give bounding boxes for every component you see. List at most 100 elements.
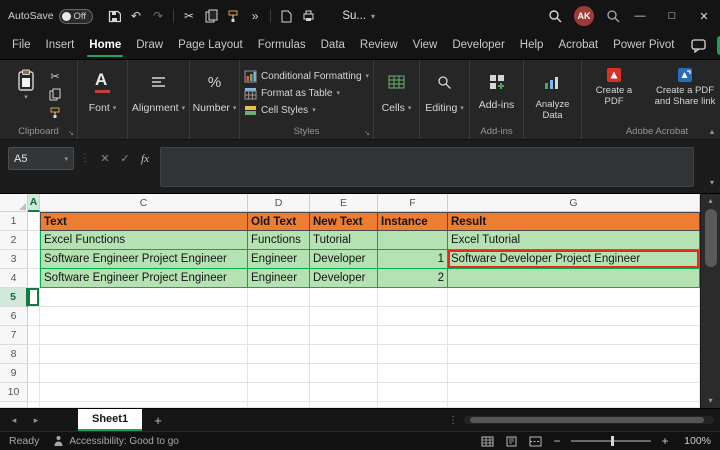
view-page-break-button[interactable] xyxy=(527,434,543,448)
cells-group[interactable]: Cells▾ xyxy=(374,60,420,139)
scrollbar-thumb[interactable] xyxy=(705,209,717,267)
cell[interactable] xyxy=(378,383,448,402)
cell[interactable] xyxy=(40,326,248,345)
row-header-7[interactable]: 7 xyxy=(0,326,28,345)
cell[interactable] xyxy=(28,307,40,326)
horizontal-scrollbar[interactable] xyxy=(464,416,714,424)
cell[interactable] xyxy=(310,345,378,364)
font-group[interactable]: A Font▾ xyxy=(78,60,128,139)
view-page-layout-button[interactable] xyxy=(503,434,519,448)
cell-f4[interactable]: 2 xyxy=(378,269,448,288)
tab-help[interactable]: Help xyxy=(518,33,546,58)
enter-button[interactable]: ✓ xyxy=(116,149,134,169)
cell[interactable] xyxy=(310,402,378,408)
column-header-g[interactable]: G xyxy=(448,194,700,212)
cell-d1[interactable]: Old Text xyxy=(248,212,310,231)
zoom-in-button[interactable]: + xyxy=(659,434,671,448)
sheet-nav-right-icon[interactable]: ▸ xyxy=(28,415,44,426)
tab-acrobat[interactable]: Acrobat xyxy=(556,33,600,58)
cell[interactable] xyxy=(378,307,448,326)
cell-e3[interactable]: Developer xyxy=(310,250,378,269)
cell[interactable] xyxy=(40,364,248,383)
cell-e2[interactable]: Tutorial xyxy=(310,231,378,250)
avatar[interactable]: AK xyxy=(574,6,594,26)
row-header-11[interactable] xyxy=(0,402,28,408)
cell-g5[interactable] xyxy=(448,288,700,307)
scroll-up-icon[interactable]: ▴ xyxy=(708,196,712,206)
maximize-button[interactable]: □ xyxy=(656,0,688,32)
cell-c5[interactable] xyxy=(40,288,248,307)
cell[interactable] xyxy=(248,345,310,364)
row-header-5[interactable]: 5 xyxy=(0,288,28,307)
alignment-group[interactable]: Alignment▾ xyxy=(128,60,190,139)
tab-formulas[interactable]: Formulas xyxy=(256,33,308,58)
column-header-d[interactable]: D xyxy=(248,194,310,212)
addins-button[interactable] xyxy=(489,67,505,97)
tab-power-pivot[interactable]: Power Pivot xyxy=(611,33,676,58)
cell[interactable] xyxy=(28,402,40,408)
document-button[interactable] xyxy=(275,4,297,28)
cell-f3[interactable]: 1 xyxy=(378,250,448,269)
analyze-data-group[interactable]: Analyze Data xyxy=(524,60,582,139)
cell-styles-button[interactable]: Cell Styles ▾ xyxy=(244,102,369,118)
cell[interactable] xyxy=(40,383,248,402)
tab-review[interactable]: Review xyxy=(358,33,400,58)
cell[interactable] xyxy=(310,364,378,383)
redo-button[interactable]: ↷ xyxy=(147,4,169,28)
print-button[interactable] xyxy=(297,4,319,28)
search-button[interactable] xyxy=(544,4,566,28)
cell-e4[interactable]: Developer xyxy=(310,269,378,288)
cell[interactable] xyxy=(448,345,700,364)
dialog-launcher-icon[interactable]: ↘ xyxy=(68,129,74,137)
cell[interactable] xyxy=(28,364,40,383)
add-sheet-button[interactable]: + xyxy=(148,413,168,428)
cell-d5[interactable] xyxy=(248,288,310,307)
column-header-f[interactable]: F xyxy=(378,194,448,212)
formula-input[interactable] xyxy=(160,147,694,187)
cell[interactable] xyxy=(448,326,700,345)
cell-f5[interactable] xyxy=(378,288,448,307)
cell[interactable] xyxy=(40,307,248,326)
editing-group[interactable]: Editing▾ xyxy=(420,60,470,139)
create-pdf-button[interactable]: Create a PDF xyxy=(589,67,639,108)
close-button[interactable]: ✕ xyxy=(688,0,720,32)
view-normal-button[interactable] xyxy=(479,434,495,448)
cell-c3[interactable]: Software Engineer Project Engineer xyxy=(40,250,248,269)
cell[interactable] xyxy=(248,326,310,345)
scrollbar-thumb[interactable] xyxy=(470,417,704,423)
cell[interactable] xyxy=(448,307,700,326)
cell[interactable] xyxy=(248,307,310,326)
tab-insert[interactable]: Insert xyxy=(44,33,77,58)
cell[interactable] xyxy=(378,402,448,408)
row-header-8[interactable]: 8 xyxy=(0,345,28,364)
zoom-slider-thumb[interactable] xyxy=(611,436,614,446)
undo-button[interactable]: ↶ xyxy=(125,4,147,28)
tab-developer[interactable]: Developer xyxy=(450,33,506,58)
zoom-slider[interactable] xyxy=(571,440,651,442)
cell[interactable] xyxy=(28,383,40,402)
tab-data[interactable]: Data xyxy=(319,33,347,58)
cell[interactable] xyxy=(248,364,310,383)
insert-function-button[interactable]: fx xyxy=(136,149,154,169)
cell-d4[interactable]: Engineer xyxy=(248,269,310,288)
column-header-a[interactable]: A xyxy=(28,194,40,212)
cell-d2[interactable]: Functions xyxy=(248,231,310,250)
tab-page-layout[interactable]: Page Layout xyxy=(176,33,245,58)
zoom-out-button[interactable]: − xyxy=(551,434,563,448)
vertical-scrollbar[interactable]: ▴ ▾ xyxy=(700,194,720,408)
cut-button[interactable]: ✂ xyxy=(178,4,200,28)
cell[interactable] xyxy=(448,383,700,402)
copy-icon[interactable] xyxy=(46,87,64,102)
cell[interactable] xyxy=(378,326,448,345)
format-as-table-button[interactable]: Format as Table ▾ xyxy=(244,85,369,101)
cell[interactable] xyxy=(28,326,40,345)
cell-g4[interactable] xyxy=(448,269,700,288)
sheet-tab-sheet1[interactable]: Sheet1 xyxy=(78,409,142,431)
cell-a4[interactable] xyxy=(28,269,40,288)
cell[interactable] xyxy=(310,326,378,345)
comments-button[interactable] xyxy=(687,34,709,58)
cell-a3[interactable] xyxy=(28,250,40,269)
zoom-level[interactable]: 100% xyxy=(679,435,711,447)
qat-overflow-button[interactable]: » xyxy=(244,4,266,28)
tab-overflow-icon[interactable]: ⋮ xyxy=(448,415,458,426)
